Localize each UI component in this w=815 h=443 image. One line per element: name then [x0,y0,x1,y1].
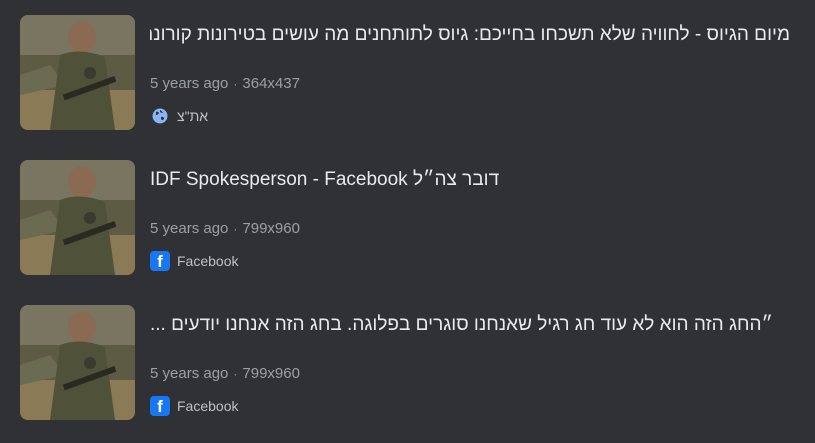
result-title[interactable]: ״החג הזה הוא לא עוד חג רגיל שאנחנו סוגרי… [150,313,790,337]
source-name: את"צ [177,108,209,124]
result-item[interactable]: מיום הגיוס - לחוויה שלא תשכחו בחייכם: גי… [20,15,800,131]
result-meta: 5 years ago · 364x437 [150,75,300,92]
result-thumbnail[interactable] [20,305,135,420]
soldier-photo [20,15,135,130]
result-age: 5 years ago [150,220,229,237]
meta-separator: · [233,77,238,91]
meta-separator: · [233,367,238,381]
result-title[interactable]: דובר צה״ל IDF Spokesperson - Facebook [150,168,790,192]
result-source[interactable]: f Facebook [150,396,238,416]
result-age: 5 years ago [150,365,229,382]
result-source[interactable]: f Facebook [150,251,238,271]
soldier-photo [20,305,135,420]
facebook-icon: f [150,396,170,416]
soldier-photo [20,160,135,275]
result-dimensions: 364x437 [242,75,300,92]
result-source[interactable]: את"צ [150,106,208,126]
result-age: 5 years ago [150,75,229,92]
result-thumbnail[interactable] [20,15,135,130]
result-dimensions: 799x960 [242,220,300,237]
result-title[interactable]: מיום הגיוס - לחוויה שלא תשכחו בחייכם: גי… [150,23,790,47]
result-item[interactable]: ״החג הזה הוא לא עוד חג רגיל שאנחנו סוגרי… [20,305,800,421]
result-meta: 5 years ago · 799x960 [150,220,300,237]
facebook-icon: f [150,251,170,271]
globe-icon [150,106,170,126]
meta-separator: · [233,222,238,236]
source-name: Facebook [177,398,239,414]
result-meta: 5 years ago · 799x960 [150,365,300,382]
result-dimensions: 799x960 [242,365,300,382]
result-thumbnail[interactable] [20,160,135,275]
result-item[interactable]: דובר צה״ל IDF Spokesperson - Facebook 5 … [20,160,800,276]
image-results-list: מיום הגיוס - לחוויה שלא תשכחו בחייכם: גי… [0,0,815,443]
source-name: Facebook [177,253,239,269]
